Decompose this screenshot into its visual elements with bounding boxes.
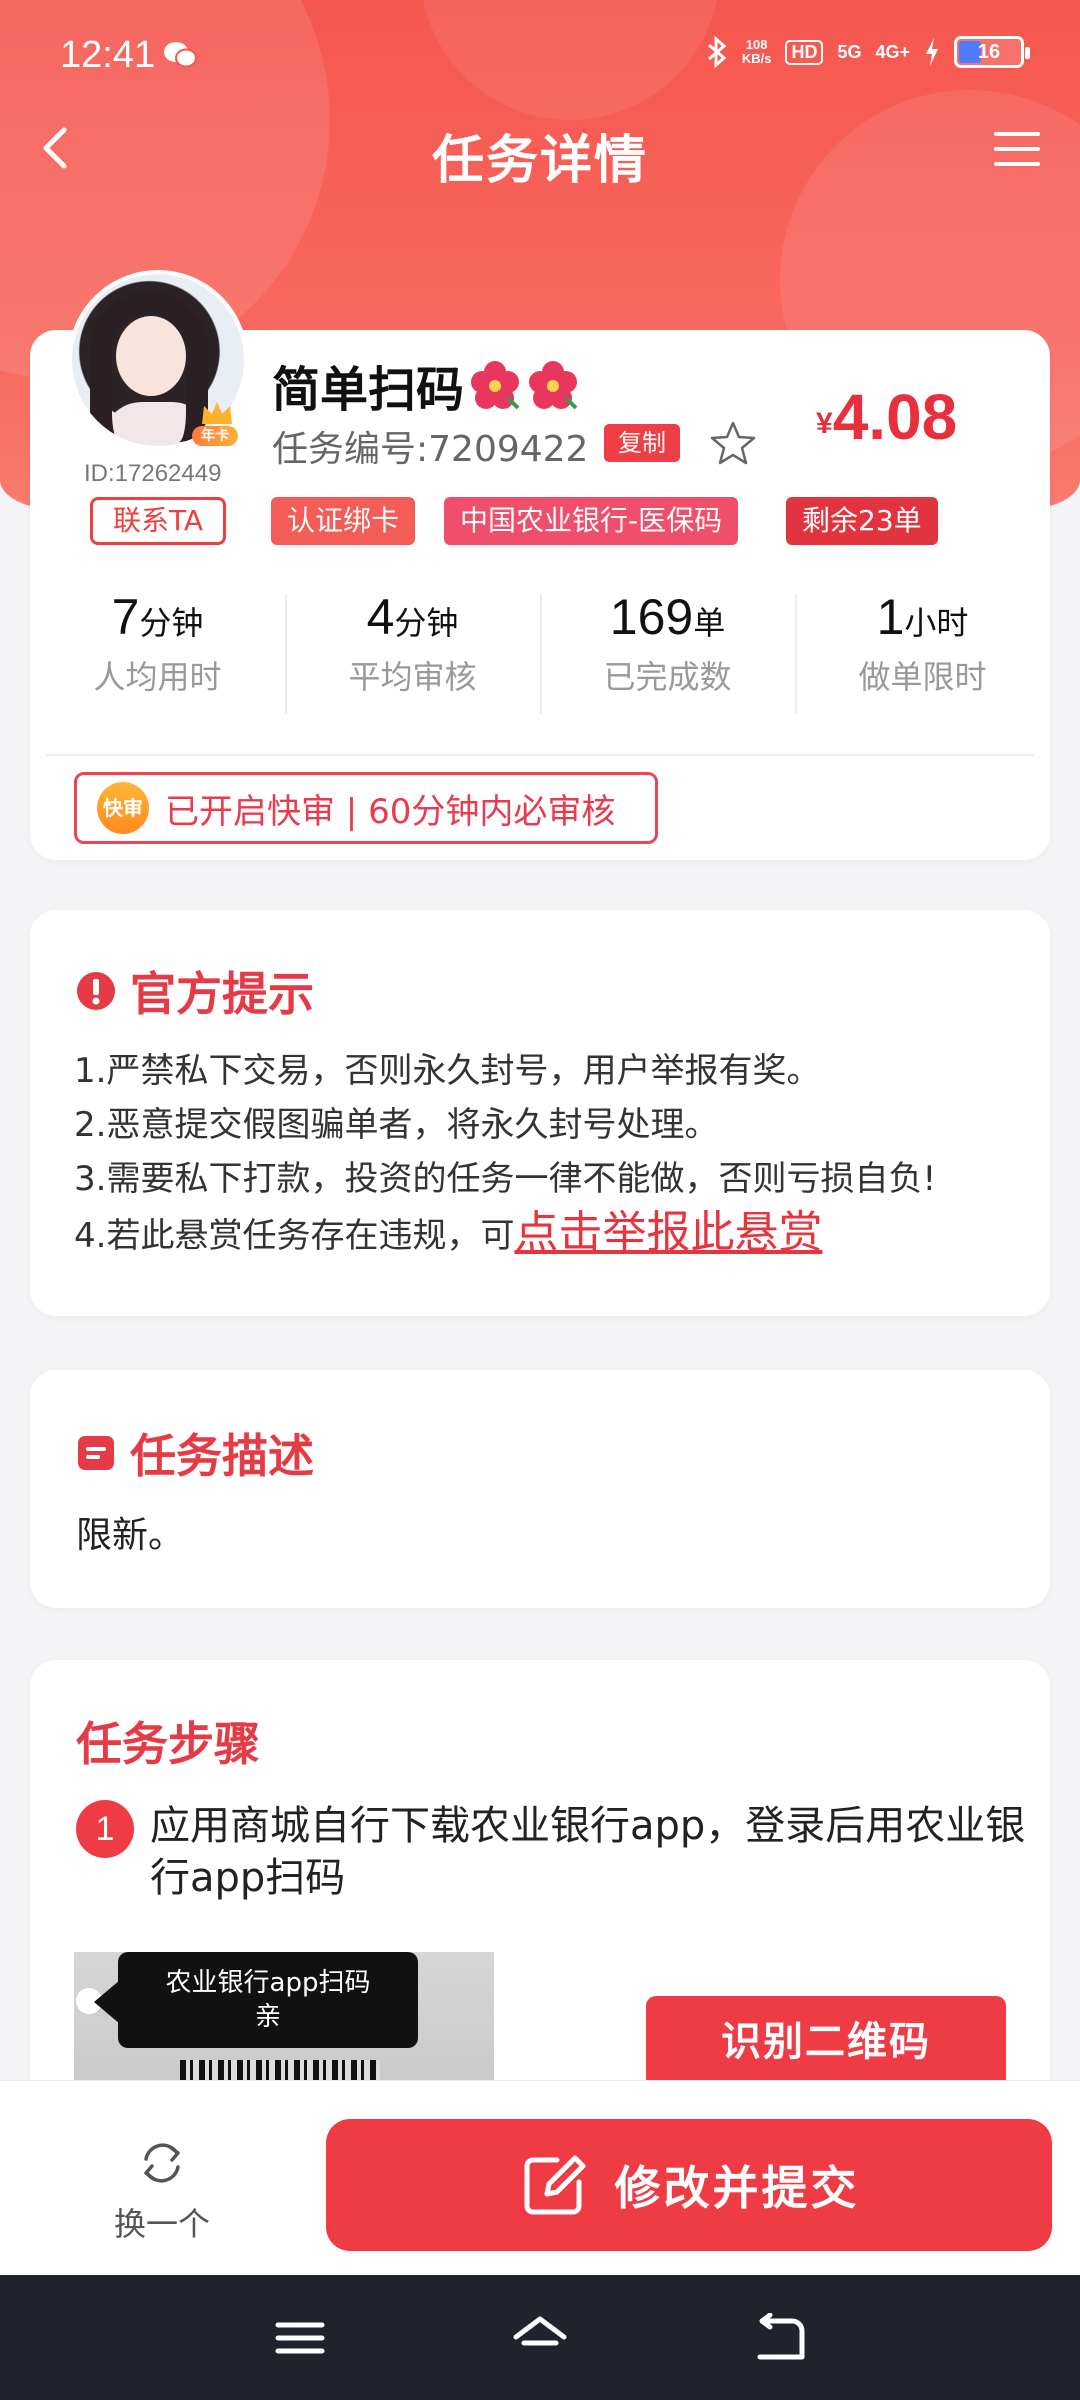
task-id: 任务编号:7209422 <box>272 429 589 470</box>
star-favorite-icon[interactable] <box>708 418 758 468</box>
description-title: 任务描述 <box>76 1420 314 1486</box>
notice-item: 2.恶意提交假图骗单者，将永久封号处理。 <box>74 1105 719 1145</box>
stat-time-limit: 1小时 做单限时 <box>795 588 1050 728</box>
notice-list: 1.严禁私下交易，否则永久封号，用户举报有奖。 2.恶意提交假图骗单者，将永久封… <box>74 1044 1034 1263</box>
bluetooth-icon <box>707 36 727 68</box>
fast-review-text: 已开启快审 | 60分钟内必审核 <box>165 791 616 832</box>
step-text: 应用商城自行下载农业银行app，登录后用农业银行app扫码 <box>150 1803 1026 1901</box>
stat-completed: 169单 已完成数 <box>540 588 795 728</box>
tag-verify-card: 认证绑卡 <box>271 497 416 545</box>
step-image[interactable]: 农业银行app扫码 亲 <box>74 1952 494 2080</box>
navigation-bar: 任务详情 <box>0 110 1080 191</box>
task-description-card: 任务描述 限新。 <box>30 1370 1050 1608</box>
notice-item: 4.若此悬赏任务存在违规，可点击举报此悬赏 <box>74 1207 823 1258</box>
member-crown-badge: 年卡 <box>186 400 246 446</box>
fast-review-icon: 快审 <box>97 782 149 834</box>
back-icon[interactable] <box>752 2313 808 2363</box>
description-text: 限新。 <box>76 1515 185 1556</box>
task-steps-card: 任务步骤 1 应用商城自行下载农业银行app，登录后用农业银行app扫码 农业银… <box>30 1660 1050 2080</box>
steps-title: 任务步骤 <box>76 1717 260 1771</box>
fast-review-banner: 快审 已开启快审 | 60分钟内必审核 <box>74 772 658 844</box>
hibiscus-icon <box>471 361 520 410</box>
swap-button[interactable]: 换一个 <box>100 2133 224 2245</box>
bottom-action-bar: 换一个 修改并提交 <box>0 2080 1080 2275</box>
signal-4g: 4G+ <box>875 41 910 62</box>
tag-bank: 中国农业银行-医保码 <box>444 497 739 545</box>
status-time: 12:41 <box>60 34 156 76</box>
modify-submit-button[interactable]: 修改并提交 <box>326 2119 1052 2251</box>
page-title: 任务详情 <box>431 131 648 191</box>
edit-icon <box>524 2155 585 2215</box>
charging-icon <box>926 38 938 66</box>
stat-avg-review: 4分钟 平均审核 <box>285 588 540 728</box>
recognize-qr-button[interactable]: 识别二维码 <box>646 1996 1006 2080</box>
image-tooltip: 农业银行app扫码 亲 <box>94 1952 418 2048</box>
step-number: 1 <box>76 1800 134 1858</box>
task-name: 简单扫码 <box>272 350 580 420</box>
battery-indicator: 16 <box>954 36 1030 68</box>
task-stats: 7分钟 人均用时 4分钟 平均审核 169单 已完成数 1小时 做单限时 <box>30 588 1050 728</box>
signal-5g: 5G <box>837 41 862 62</box>
menu-icon[interactable] <box>990 122 1044 176</box>
notice-title: 官方提示 <box>76 958 314 1024</box>
home-icon[interactable] <box>512 2313 568 2363</box>
network-speed: 108 KB/s <box>741 37 772 66</box>
hibiscus-icon <box>529 361 578 410</box>
stat-avg-time: 7分钟 人均用时 <box>93 589 222 696</box>
notice-item: 1.严禁私下交易，否则永久封号，用户举报有奖。 <box>74 1051 821 1091</box>
exclamation-icon <box>77 972 115 1010</box>
divider <box>46 754 1034 756</box>
user-id: ID:17262449 <box>84 460 222 487</box>
qr-code <box>180 2060 380 2080</box>
official-notice-card: 官方提示 1.严禁私下交易，否则永久封号，用户举报有奖。 2.恶意提交假图骗单者… <box>30 910 1050 1316</box>
notice-item: 3.需要私下打款，投资的任务一律不能做，否则亏损自负! <box>74 1159 937 1199</box>
crown-icon <box>202 402 232 424</box>
report-link[interactable]: 点击举报此悬赏 <box>514 1207 822 1258</box>
wechat-icon <box>164 42 197 68</box>
contact-button[interactable]: 联系TA <box>90 497 226 545</box>
recent-apps-icon[interactable] <box>272 2313 328 2363</box>
refresh-icon <box>144 2143 180 2183</box>
status-bar: 12:41 108 KB/s HD 5G 4G+ 16 <box>0 0 1080 110</box>
hd-badge: HD <box>785 39 824 65</box>
task-price: ¥4.08 <box>816 381 958 453</box>
copy-button[interactable]: 复制 <box>604 424 680 462</box>
system-navigation-bar <box>0 2275 1080 2400</box>
document-icon <box>78 1436 114 1470</box>
tag-remaining: 剩余23单 <box>786 497 938 545</box>
